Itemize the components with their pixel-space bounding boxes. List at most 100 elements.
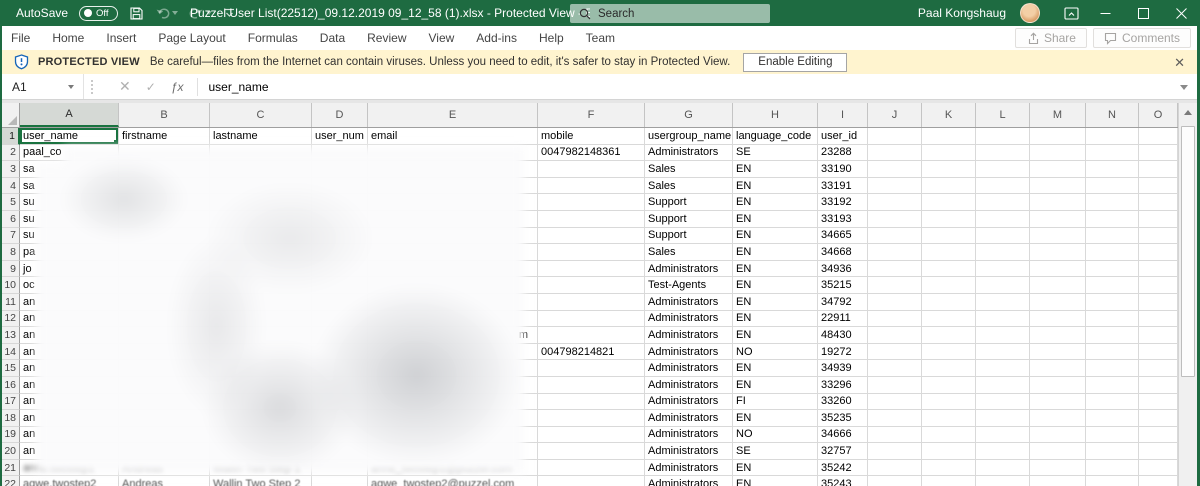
cell-N6[interactable] — [1086, 211, 1139, 228]
cell-D7[interactable] — [312, 228, 368, 245]
column-header-M[interactable]: M — [1030, 103, 1086, 127]
ribbon-tab-data[interactable]: Data — [320, 31, 345, 45]
cell-J6[interactable] — [868, 211, 922, 228]
cell-N5[interactable] — [1086, 194, 1139, 211]
cell-K3[interactable] — [922, 161, 976, 178]
cell-F9[interactable] — [538, 261, 645, 278]
cell-M5[interactable] — [1030, 194, 1086, 211]
cell-A20[interactable]: an — [20, 443, 119, 460]
cell-O10[interactable] — [1139, 277, 1178, 294]
cell-F11[interactable] — [538, 294, 645, 311]
cell-O8[interactable] — [1139, 244, 1178, 261]
cell-F12[interactable] — [538, 311, 645, 328]
cell-H8[interactable]: EN — [733, 244, 818, 261]
cell-G11[interactable]: Administrators — [645, 294, 733, 311]
cell-M21[interactable] — [1030, 460, 1086, 477]
cell-D2[interactable] — [312, 145, 368, 162]
cell-H2[interactable]: SE — [733, 145, 818, 162]
cell-J20[interactable] — [868, 443, 922, 460]
cell-N22[interactable] — [1086, 476, 1139, 486]
account-name[interactable]: Paal Kongshaug — [918, 6, 1006, 20]
cell-J7[interactable] — [868, 228, 922, 245]
cell-L2[interactable] — [976, 145, 1030, 162]
ribbon-tab-view[interactable]: View — [429, 31, 455, 45]
cell-C6[interactable] — [210, 211, 312, 228]
cell-L15[interactable] — [976, 360, 1030, 377]
cell-J18[interactable] — [868, 410, 922, 427]
cell-K9[interactable] — [922, 261, 976, 278]
cell-M14[interactable] — [1030, 344, 1086, 361]
cell-J11[interactable] — [868, 294, 922, 311]
cell-H16[interactable]: EN — [733, 377, 818, 394]
cell-F19[interactable] — [538, 427, 645, 444]
cell-E9[interactable] — [368, 261, 538, 278]
column-header-N[interactable]: N — [1086, 103, 1139, 127]
cell-L5[interactable] — [976, 194, 1030, 211]
cell-A2[interactable]: paal_co — [20, 145, 119, 162]
cell-B20[interactable] — [119, 443, 210, 460]
cell-A3[interactable]: sa — [20, 161, 119, 178]
cell-C16[interactable] — [210, 377, 312, 394]
cell-H21[interactable]: EN — [733, 460, 818, 477]
cell-G21[interactable]: Administrators — [645, 460, 733, 477]
cell-C4[interactable] — [210, 178, 312, 195]
ribbon-tab-home[interactable]: Home — [52, 31, 84, 45]
cell-M8[interactable] — [1030, 244, 1086, 261]
cell-A13[interactable]: an — [20, 327, 119, 344]
cell-M20[interactable] — [1030, 443, 1086, 460]
cell-N1[interactable] — [1086, 128, 1139, 145]
enter-entry-icon[interactable]: ✓ — [146, 80, 156, 94]
ribbon-tab-insert[interactable]: Insert — [106, 31, 136, 45]
column-header-G[interactable]: G — [645, 103, 733, 127]
cell-I18[interactable]: 35235 — [818, 410, 868, 427]
cell-J12[interactable] — [868, 311, 922, 328]
formula-bar-content[interactable]: user_name — [208, 80, 268, 94]
cell-L9[interactable] — [976, 261, 1030, 278]
cell-H22[interactable]: EN — [733, 476, 818, 486]
cell-D11[interactable] — [312, 294, 368, 311]
scroll-up-button[interactable] — [1179, 103, 1197, 122]
cell-D19[interactable] — [312, 427, 368, 444]
cell-O20[interactable] — [1139, 443, 1178, 460]
cell-O17[interactable] — [1139, 394, 1178, 411]
cell-C10[interactable] — [210, 277, 312, 294]
cell-B12[interactable] — [119, 311, 210, 328]
scrollbar-thumb[interactable] — [1181, 126, 1195, 377]
cell-J10[interactable] — [868, 277, 922, 294]
cell-B14[interactable] — [119, 344, 210, 361]
cell-G17[interactable]: Administrators — [645, 394, 733, 411]
cell-M2[interactable] — [1030, 145, 1086, 162]
cell-A11[interactable]: an — [20, 294, 119, 311]
search-box[interactable] — [570, 4, 770, 23]
row-header-8[interactable]: 8 — [2, 244, 20, 261]
enable-editing-button[interactable]: Enable Editing — [743, 53, 847, 72]
cell-K5[interactable] — [922, 194, 976, 211]
cell-M4[interactable] — [1030, 178, 1086, 195]
ribbon-tab-help[interactable]: Help — [539, 31, 564, 45]
cell-D17[interactable] — [312, 394, 368, 411]
row-header-9[interactable]: 9 — [2, 261, 20, 278]
cell-D15[interactable] — [312, 360, 368, 377]
cell-M18[interactable] — [1030, 410, 1086, 427]
cell-G19[interactable]: Administrators — [645, 427, 733, 444]
cell-A8[interactable]: pa — [20, 244, 119, 261]
cell-N15[interactable] — [1086, 360, 1139, 377]
cell-F15[interactable] — [538, 360, 645, 377]
cell-F1[interactable]: mobile — [538, 128, 645, 145]
cell-J8[interactable] — [868, 244, 922, 261]
cell-F8[interactable] — [538, 244, 645, 261]
row-header-19[interactable]: 19 — [2, 427, 20, 444]
cell-E12[interactable] — [368, 311, 538, 328]
cell-H7[interactable]: EN — [733, 228, 818, 245]
cell-M7[interactable] — [1030, 228, 1086, 245]
minimize-button[interactable] — [1086, 0, 1124, 26]
cell-I22[interactable]: 35243 — [818, 476, 868, 486]
cell-I3[interactable]: 33190 — [818, 161, 868, 178]
cell-H15[interactable]: EN — [733, 360, 818, 377]
cell-N13[interactable] — [1086, 327, 1139, 344]
cell-B3[interactable] — [119, 161, 210, 178]
cell-A14[interactable]: an — [20, 344, 119, 361]
cell-O22[interactable] — [1139, 476, 1178, 486]
cell-B4[interactable] — [119, 178, 210, 195]
cell-H18[interactable]: EN — [733, 410, 818, 427]
